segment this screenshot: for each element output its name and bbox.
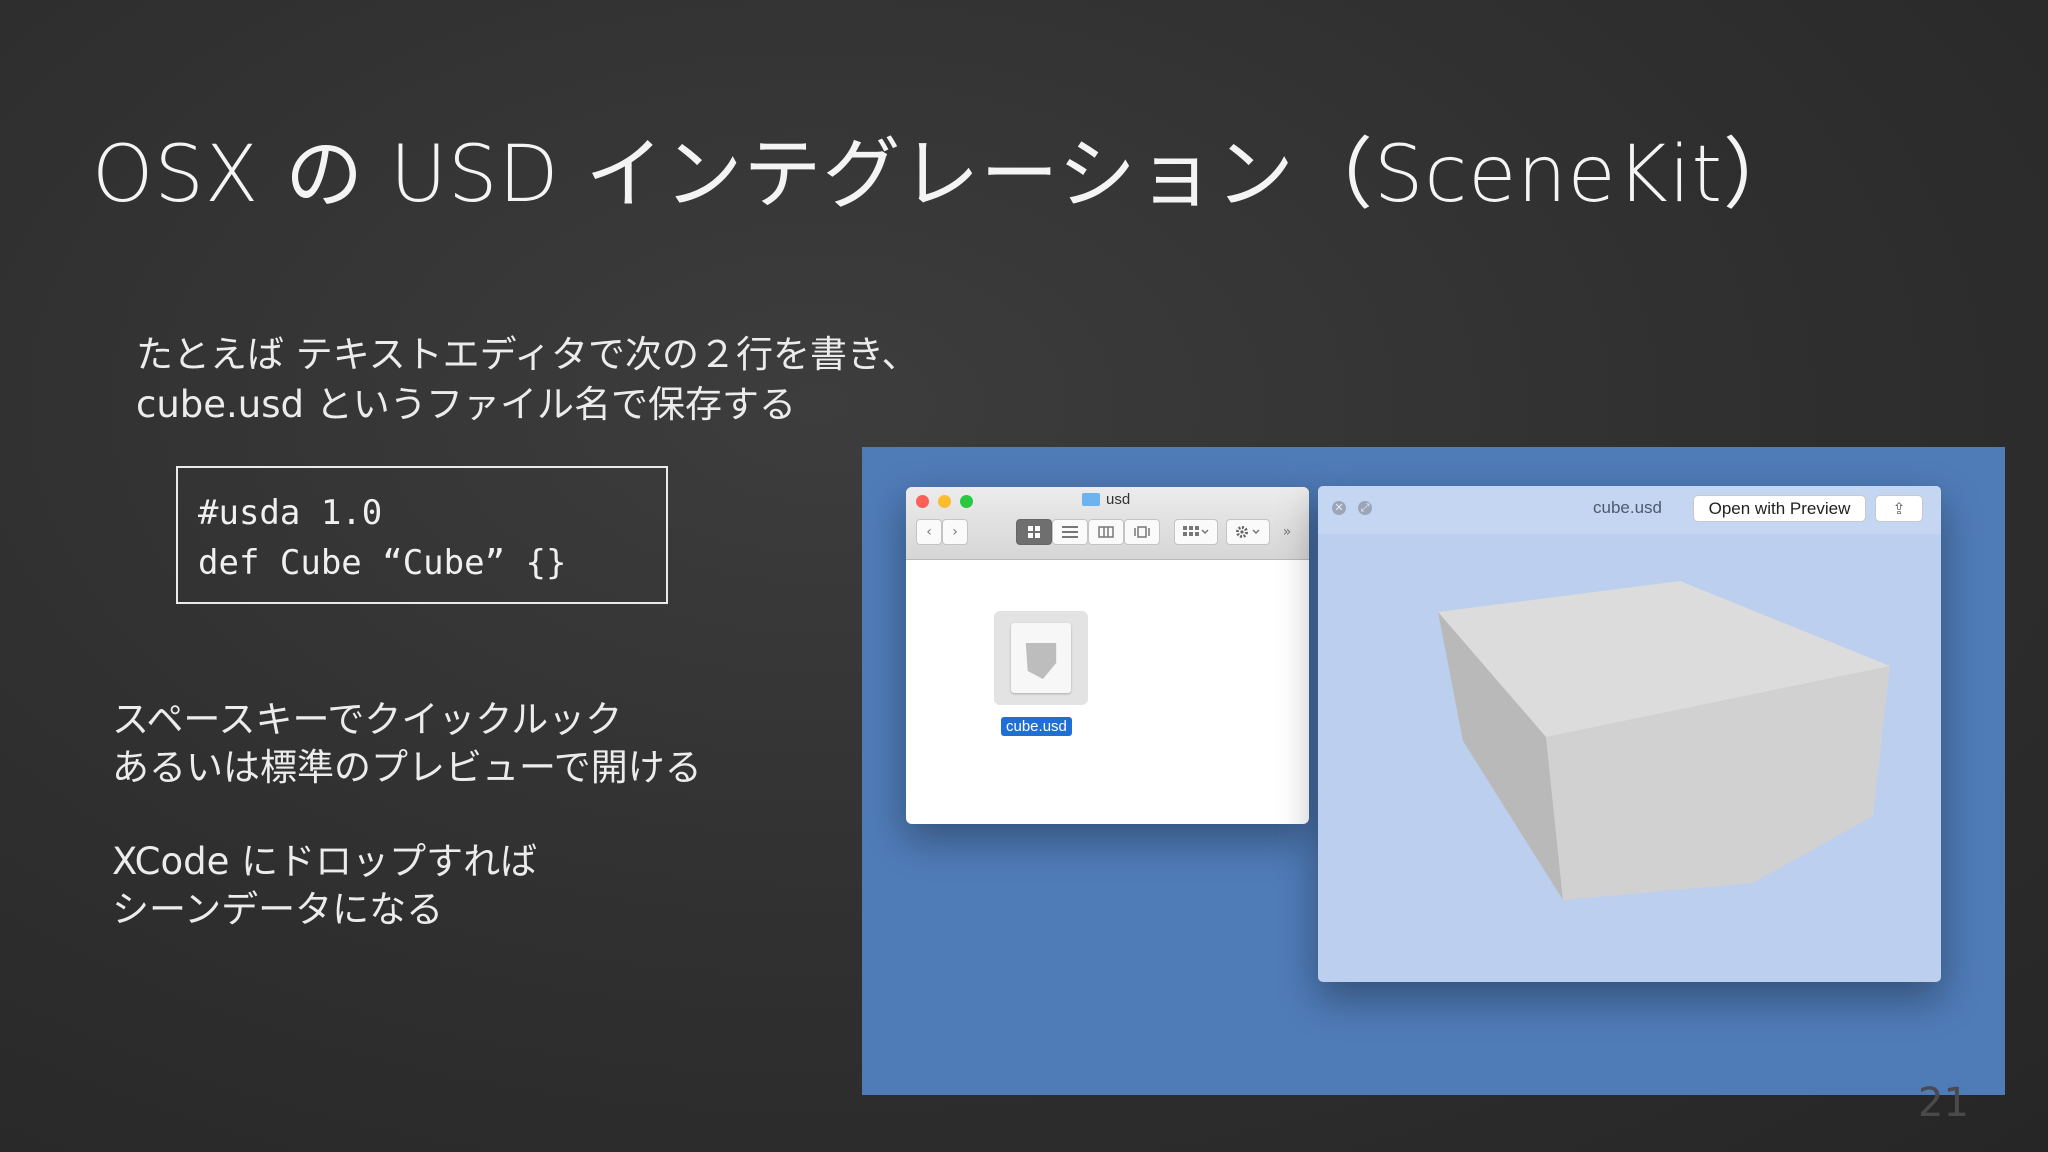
column-view-button[interactable] — [1088, 519, 1124, 545]
cube-thumbnail-icon — [1025, 643, 1057, 679]
screenshot-desktop: usd ‹ › » cube.usd ✕ ⤢ cube.usd Open wit… — [862, 447, 2005, 1095]
folder-icon — [1082, 493, 1100, 506]
document-icon — [1011, 623, 1071, 693]
action-button[interactable] — [1226, 519, 1270, 545]
intro-line-2: cube.usd というファイル名で保存する — [136, 383, 797, 426]
icon-view-button[interactable] — [1016, 519, 1052, 545]
quicklook-file-name: cube.usd — [1593, 498, 1662, 517]
columns-icon — [1098, 526, 1114, 538]
group-button[interactable] — [1174, 519, 1218, 545]
back-button[interactable]: ‹ — [916, 519, 942, 545]
usd-file-icon[interactable] — [994, 611, 1088, 705]
close-icon: ✕ — [1334, 501, 1344, 514]
list-icon — [1062, 526, 1078, 538]
back-icon: ‹ — [926, 524, 932, 540]
share-icon: ⇪ — [1892, 499, 1906, 518]
forward-button[interactable]: › — [942, 519, 968, 545]
intro-line-1: たとえば テキストエディタで次の２行を書き、 — [136, 333, 919, 376]
group-chevron-icon — [1183, 526, 1209, 536]
more-icon: » — [1282, 524, 1292, 540]
more-toolbar-button[interactable]: » — [1276, 519, 1298, 545]
quicklook-toolbar: ✕ ⤢ cube.usd Open with Preview ⇪ — [1318, 486, 1941, 534]
quicklook-fullscreen-button[interactable]: ⤢ — [1358, 501, 1372, 515]
gallery-icon — [1134, 526, 1150, 538]
fullscreen-icon: ⤢ — [1360, 501, 1370, 514]
quicklook-window: ✕ ⤢ cube.usd Open with Preview ⇪ — [1318, 486, 1941, 982]
share-button[interactable]: ⇪ — [1875, 495, 1923, 522]
finder-title-label: usd — [1106, 491, 1131, 508]
xcode-paragraph: XCode にドロップすれば シーンデータになる — [112, 838, 537, 934]
page-number: 21 — [1918, 1080, 1969, 1126]
cube-render — [1438, 581, 1890, 900]
finder-title: usd — [1082, 491, 1130, 508]
zoom-button[interactable] — [960, 495, 973, 508]
para1-line-2: あるいは標準のプレビューで開ける — [112, 746, 702, 789]
code-line-1: #usda 1.0 — [198, 493, 383, 533]
code-box: #usda 1.0 def Cube “Cube” {} — [176, 466, 668, 604]
list-view-button[interactable] — [1052, 519, 1088, 545]
quicklook-close-button[interactable]: ✕ — [1332, 501, 1346, 515]
quicklook-paragraph: スペースキーでクイックルック あるいは標準のプレビューで開ける — [112, 696, 702, 792]
intro-text: たとえば テキストエディタで次の２行を書き、 cube.usd というファイル名… — [136, 330, 918, 430]
finder-toolbar: usd ‹ › » — [906, 487, 1309, 560]
slide-title: OSX の USD インテグレーション（SceneKit） — [92, 130, 1803, 220]
file-name-label[interactable]: cube.usd — [1001, 717, 1072, 736]
para2-line-2: シーンデータになる — [112, 888, 444, 931]
forward-icon: › — [952, 524, 958, 540]
finder-window: usd ‹ › » cube.usd — [906, 487, 1309, 824]
para2-line-1: XCode にドロップすれば — [112, 840, 538, 883]
code-line-2: def Cube “Cube” {} — [198, 543, 567, 583]
gear-icon — [1236, 526, 1260, 538]
para1-line-1: スペースキーでクイックルック — [112, 698, 623, 741]
close-button[interactable] — [916, 495, 929, 508]
open-with-preview-button[interactable]: Open with Preview — [1693, 495, 1866, 522]
gallery-view-button[interactable] — [1124, 519, 1160, 545]
minimize-button[interactable] — [938, 495, 951, 508]
grid-icon — [1028, 526, 1040, 538]
